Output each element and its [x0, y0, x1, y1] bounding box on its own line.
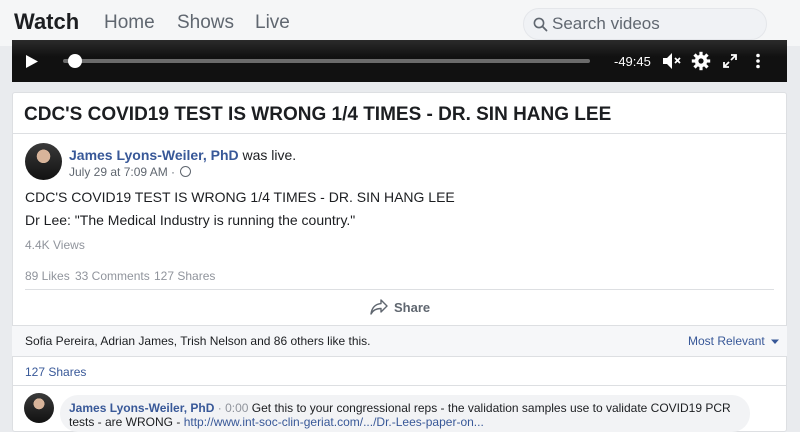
header-divider [12, 133, 787, 134]
fullscreen-icon[interactable] [722, 53, 738, 69]
play-icon[interactable] [25, 54, 39, 69]
comment-text-2: tests - are WRONG - [69, 415, 184, 429]
comment-link[interactable]: http://www.int-soc-clin-geriat.com/.../D… [184, 415, 484, 429]
search-box[interactable] [523, 8, 767, 40]
nav-live[interactable]: Live [255, 12, 290, 34]
progress-track[interactable] [63, 59, 590, 63]
sort-dropdown[interactable]: Most Relevant [688, 334, 780, 348]
watch-logo[interactable]: Watch [14, 9, 79, 35]
author-name-link[interactable]: James Lyons-Weiler, PhD [69, 147, 239, 163]
liked-by-text[interactable]: Sofia Pereira, Adrian James, Trish Nelso… [25, 334, 371, 348]
shares-count[interactable]: 127 Shares [154, 269, 215, 283]
gear-icon[interactable] [691, 51, 711, 71]
progress-handle[interactable] [68, 54, 82, 68]
post-date[interactable]: July 29 at 7:09 AM · [69, 165, 178, 179]
comment-text-1: Get this to your congressional reps - th… [251, 401, 731, 415]
post-author-line: James Lyons-Weiler, PhD was live. [69, 147, 296, 163]
action-divider-top [25, 289, 774, 290]
chevron-down-icon [771, 339, 780, 344]
likes-count[interactable]: 89 Likes [25, 269, 70, 283]
search-input[interactable] [552, 13, 757, 35]
shares-link[interactable]: 127 Shares [25, 365, 86, 379]
search-icon [533, 17, 548, 32]
author-avatar[interactable] [25, 143, 62, 180]
share-icon [370, 299, 388, 315]
nav-home[interactable]: Home [104, 12, 155, 34]
globe-icon [180, 166, 192, 177]
post-text-line-1: CDC'S COVID19 TEST IS WRONG 1/4 TIMES - … [25, 189, 455, 205]
post-header-title: CDC'S COVID19 TEST IS WRONG 1/4 TIMES - … [24, 104, 612, 125]
commenter-avatar[interactable] [24, 393, 54, 423]
share-button[interactable]: Share [370, 297, 430, 317]
comment-line-1: James Lyons-Weiler, PhD · 0:00 Get this … [69, 401, 731, 415]
post-card [12, 92, 787, 432]
post-text-line-2: Dr Lee: "The Medical Industry is running… [25, 212, 356, 228]
time-remaining: -49:45 [614, 54, 651, 69]
comment-timestamp[interactable]: 0:00 [225, 401, 248, 415]
comment-author-link[interactable]: James Lyons-Weiler, PhD [69, 401, 214, 415]
author-suffix: was live. [242, 147, 297, 163]
shares-divider [12, 385, 787, 386]
comments-count[interactable]: 33 Comments [75, 269, 150, 283]
likes-divider-top [12, 325, 787, 326]
nav-shows[interactable]: Shows [177, 12, 234, 34]
post-meta: July 29 at 7:09 AM · [69, 165, 192, 179]
view-count: 4.4K Views [25, 238, 85, 252]
more-options-icon[interactable] [755, 53, 761, 69]
likes-divider-bottom [12, 356, 787, 357]
volume-muted-icon[interactable] [661, 52, 683, 70]
share-label: Share [394, 299, 431, 315]
comment-line-2: tests - are WRONG - http://www.int-soc-c… [69, 415, 484, 429]
sort-label: Most Relevant [688, 334, 765, 348]
